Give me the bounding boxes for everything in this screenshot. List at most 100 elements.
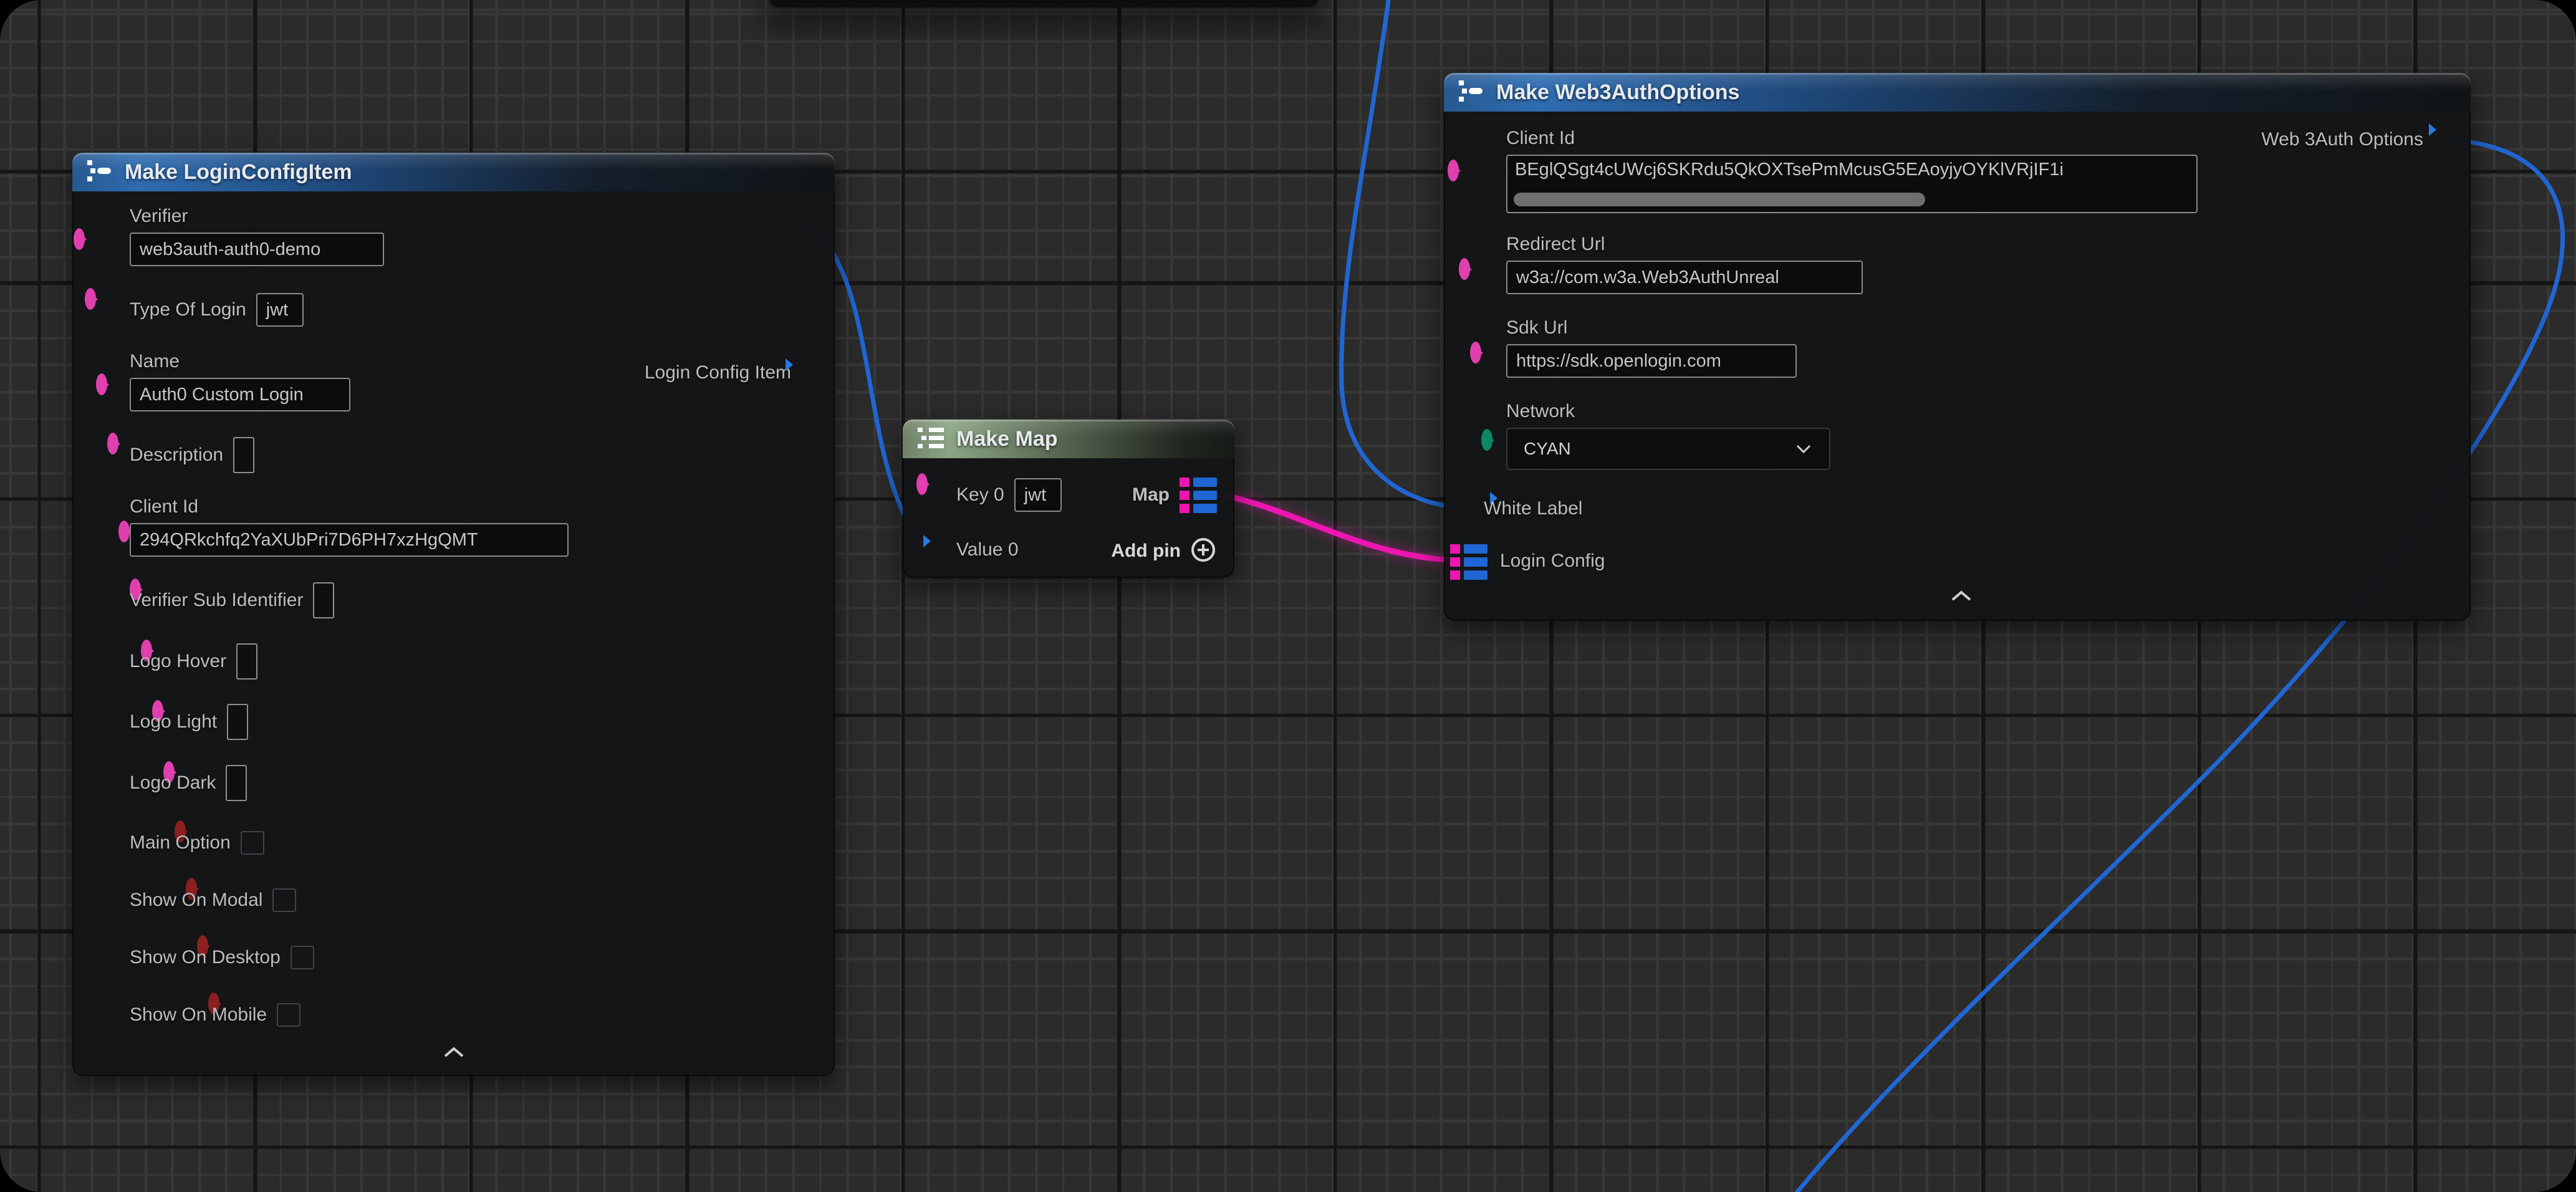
pin-network[interactable]: [1481, 429, 1492, 451]
verifier-input[interactable]: web3auth-auth0-demo: [130, 233, 384, 266]
field-label: White Label: [1484, 498, 1582, 519]
field-verifier: Verifier web3auth-auth0-demo: [130, 206, 384, 269]
pin-map-output[interactable]: [1180, 478, 1217, 513]
make-struct-icon: [1458, 79, 1485, 107]
field-label: Show On Modal: [130, 890, 262, 911]
node-header[interactable]: Make Web3AuthOptions: [1444, 73, 2471, 112]
field-label: Sdk Url: [1506, 317, 1797, 339]
field-login-config: Login Config: [1500, 544, 1605, 578]
field-label: Main Option: [130, 832, 231, 853]
type-of-login-input[interactable]: jwt: [256, 293, 304, 327]
node-title: Make Web3AuthOptions: [1496, 80, 1739, 105]
show-on-mobile-checkbox[interactable]: [277, 1003, 300, 1027]
field-logo-dark: Logo Dark: [130, 765, 247, 801]
network-selected-value: CYAN: [1524, 439, 1571, 459]
offscreen-node-bottom-edge: [769, 0, 1318, 7]
field-label: Verifier: [130, 206, 384, 227]
node-title: Make LoginConfigItem: [125, 160, 352, 185]
add-pin-button[interactable]: Add pin: [1111, 536, 1217, 567]
pin-key-0[interactable]: [916, 473, 928, 495]
node-title: Make Map: [956, 427, 1058, 451]
pin-redirect-url[interactable]: [1459, 258, 1470, 280]
pin-name[interactable]: [96, 373, 107, 395]
field-label: Description: [130, 445, 223, 466]
description-input[interactable]: [233, 437, 254, 473]
pin-description[interactable]: [107, 433, 118, 454]
node-make-web3authoptions[interactable]: Make Web3AuthOptions Web 3Auth Options C…: [1444, 73, 2471, 621]
field-label: Logo Hover: [130, 651, 226, 672]
logo-hover-input[interactable]: [236, 643, 257, 680]
pin-sdk-url[interactable]: [1470, 342, 1481, 363]
field-label: Verifier Sub Identifier: [130, 590, 303, 611]
client-id-text: BEglQSgt4cUWcj6SKRdu5QkOXTsePmMcusG5EAoy…: [1507, 156, 2196, 180]
field-white-label: White Label: [1484, 492, 1582, 526]
field-value-0: Value 0: [956, 534, 1019, 565]
key-0-input[interactable]: jwt: [1014, 478, 1062, 512]
show-on-desktop-checkbox[interactable]: [291, 946, 314, 969]
field-label: Logo Light: [130, 711, 217, 733]
output-pin-label: Login Config Item: [645, 362, 791, 383]
field-label: Name: [130, 351, 350, 372]
name-input[interactable]: Auth0 Custom Login: [130, 378, 350, 411]
client-id-scrollbar[interactable]: [1514, 193, 1925, 206]
verifier-sub-identifier-input[interactable]: [313, 582, 334, 618]
pin-login-config[interactable]: [1450, 544, 1487, 580]
field-label: Key 0: [956, 484, 1004, 506]
field-label: Show On Mobile: [130, 1004, 267, 1026]
pin-verifier[interactable]: [74, 228, 85, 250]
logo-light-input[interactable]: [227, 704, 248, 740]
field-key-0: Key 0 jwt: [956, 478, 1062, 512]
pin-client-id[interactable]: [1448, 160, 1459, 181]
pin-client-id[interactable]: [118, 521, 130, 542]
make-map-icon: [916, 425, 945, 453]
client-id-input[interactable]: BEglQSgt4cUWcj6SKRdu5QkOXTsePmMcusG5EAoy…: [1506, 155, 2198, 213]
field-network: Network CYAN: [1506, 401, 1830, 470]
output-pin-label: Map: [1132, 484, 1170, 506]
output-pin-label: Web 3Auth Options: [2261, 129, 2423, 150]
node-make-map[interactable]: Make Map Key 0 jwt Map Value 0 Add pin: [903, 420, 1234, 578]
sdk-url-input[interactable]: https://sdk.openlogin.com: [1506, 344, 1797, 378]
add-pin-label: Add pin: [1111, 541, 1181, 562]
field-label: Network: [1506, 401, 1830, 422]
output-row: Web 3Auth Options: [2261, 125, 2423, 154]
wire-map-to-loginconfig[interactable]: [1211, 493, 1473, 560]
collapse-chevron-icon[interactable]: [1949, 589, 1974, 606]
field-main-option: Main Option: [130, 831, 264, 855]
field-description: Description: [130, 437, 254, 473]
network-dropdown[interactable]: CYAN: [1506, 428, 1830, 470]
field-verifier-sub-identifier: Verifier Sub Identifier: [130, 582, 334, 618]
logo-dark-input[interactable]: [226, 765, 247, 801]
collapse-chevron-icon[interactable]: [441, 1045, 466, 1062]
field-client-id: Client Id 294QRkchfq2YaXUbPri7D6PH7xzHgQ…: [130, 496, 569, 560]
field-type-of-login: Type Of Login jwt: [130, 292, 304, 327]
dropdown-chevron-icon: [1794, 439, 1813, 459]
add-pin-icon: [1189, 536, 1217, 567]
field-label: Show On Desktop: [130, 947, 281, 968]
node-header[interactable]: Make LoginConfigItem: [72, 153, 835, 191]
blueprint-graph-canvas[interactable]: Make LoginConfigItem Login Config Item V…: [0, 0, 2576, 1192]
field-logo-light: Logo Light: [130, 704, 248, 740]
node-make-loginconfigitem[interactable]: Make LoginConfigItem Login Config Item V…: [72, 153, 835, 1076]
field-show-on-modal: Show On Modal: [130, 888, 296, 912]
field-label: Client Id: [130, 496, 569, 517]
field-label: Login Config: [1500, 550, 1605, 572]
client-id-input[interactable]: 294QRkchfq2YaXUbPri7D6PH7xzHgQMT: [130, 523, 569, 557]
field-logo-hover: Logo Hover: [130, 643, 257, 680]
show-on-modal-checkbox[interactable]: [272, 888, 296, 912]
main-option-checkbox[interactable]: [241, 831, 264, 855]
node-header[interactable]: Make Map: [903, 420, 1234, 458]
field-name: Name Auth0 Custom Login: [130, 351, 350, 415]
redirect-url-input[interactable]: w3a://com.w3a.Web3AuthUnreal: [1506, 261, 1863, 294]
field-label: Logo Dark: [130, 772, 216, 794]
field-label: Type Of Login: [130, 299, 246, 320]
field-sdk-url: Sdk Url https://sdk.openlogin.com: [1506, 317, 1797, 381]
field-label: Redirect Url: [1506, 234, 1863, 255]
field-label: Client Id: [1506, 128, 2198, 149]
output-row: Map: [1132, 478, 1217, 512]
field-client-id: Client Id BEglQSgt4cUWcj6SKRdu5QkOXTsePm…: [1506, 128, 2198, 213]
field-show-on-mobile: Show On Mobile: [130, 1003, 300, 1027]
pin-type-of-login[interactable]: [85, 288, 96, 310]
field-redirect-url: Redirect Url w3a://com.w3a.Web3AuthUnrea…: [1506, 234, 1863, 297]
field-label: Value 0: [956, 539, 1019, 560]
output-row: Login Config Item: [645, 358, 791, 387]
